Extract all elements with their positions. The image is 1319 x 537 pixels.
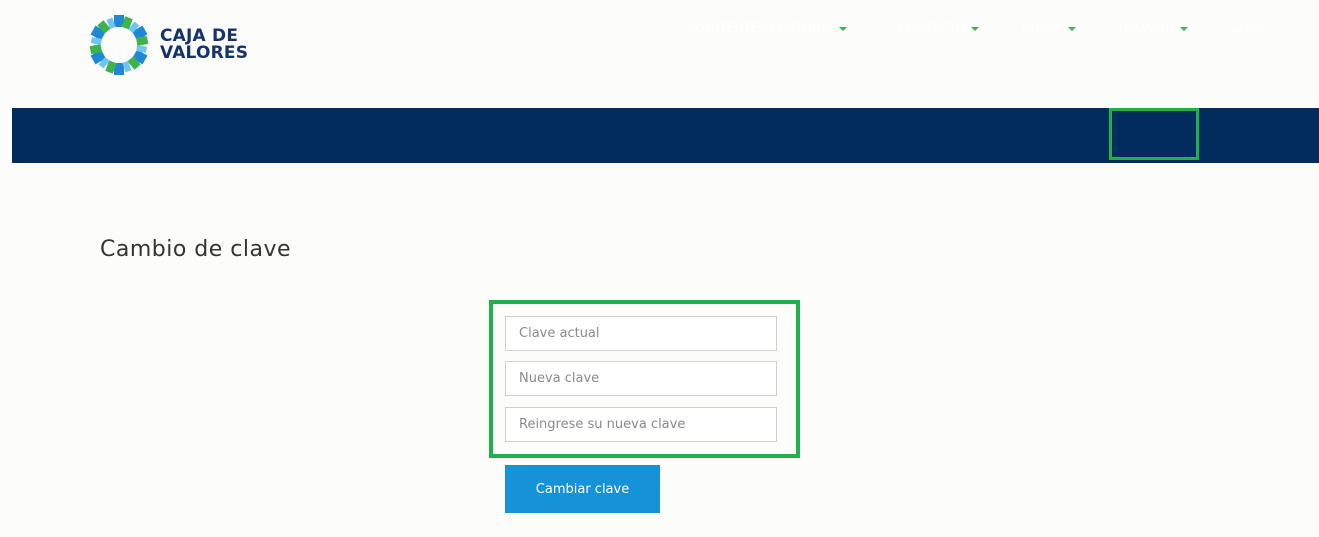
- caret-down-icon: [971, 26, 980, 31]
- nav-comitentes-custodia[interactable]: COMITENTES CUSTODIA: [687, 0, 848, 55]
- nav-usuario[interactable]: USUARIO: [1119, 0, 1189, 55]
- logo-ring-icon: [89, 15, 149, 75]
- current-password-field[interactable]: [505, 316, 777, 351]
- nav-ayuda-label: AYUDA: [1021, 20, 1063, 35]
- logo-line-2: VALORES: [160, 43, 249, 63]
- main-navbar: [12, 108, 1319, 163]
- caja-de-valores-logo[interactable]: CAJA DE VALORES: [88, 14, 248, 76]
- new-password-field[interactable]: [505, 361, 777, 396]
- caret-down-icon: [1068, 26, 1077, 31]
- nav-contacto[interactable]: CONTACTO: [898, 0, 980, 55]
- caret-down-icon: [839, 26, 848, 31]
- caret-down-icon: [1180, 26, 1189, 31]
- nav-ayuda[interactable]: AYUDA: [1021, 0, 1077, 55]
- change-password-button[interactable]: Cambiar clave: [505, 465, 660, 513]
- nav-salir[interactable]: SALIR: [1229, 0, 1264, 55]
- nav-usuario-label: USUARIO: [1119, 20, 1175, 35]
- logo-wordmark: CAJA DE VALORES: [160, 28, 248, 62]
- nav-salir-label: SALIR: [1229, 20, 1265, 35]
- nav-comitentes-custodia-label: COMITENTES CUSTODIA: [687, 20, 834, 35]
- page-title: Cambio de clave: [100, 237, 292, 262]
- confirm-password-field[interactable]: [505, 407, 777, 442]
- nav-contacto-label: CONTACTO: [898, 20, 966, 35]
